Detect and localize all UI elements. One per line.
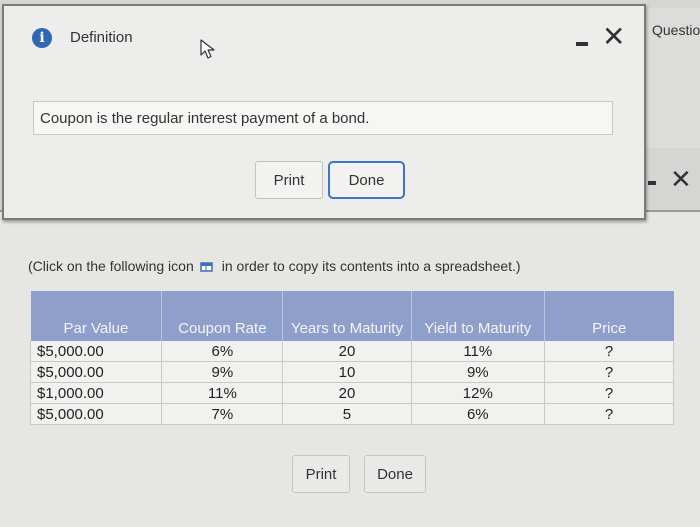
table-row: $1,000.00 11% 20 12% ? xyxy=(29,382,674,404)
background-print-button[interactable]: Print xyxy=(292,455,350,493)
cell-price: ? xyxy=(544,361,674,383)
mouse-cursor-icon xyxy=(200,39,216,64)
definition-dialog: i Definition ✕ Coupon is the regular int… xyxy=(2,4,646,220)
cell-yield-to-maturity: 11% xyxy=(410,341,545,362)
background-done-button[interactable]: Done xyxy=(364,455,426,493)
close-icon[interactable]: ✕ xyxy=(602,23,625,51)
header-years-to-maturity: Years to Maturity xyxy=(282,291,412,341)
cell-years-to-maturity: 10 xyxy=(282,361,412,383)
definition-text: Coupon is the regular interest payment o… xyxy=(33,101,613,135)
header-yield-to-maturity: Yield to Maturity xyxy=(410,291,545,341)
info-icon: i xyxy=(32,28,52,48)
cell-price: ? xyxy=(544,341,674,362)
copy-instruction: (Click on the following icon in order to… xyxy=(28,258,521,274)
header-price: Price xyxy=(544,291,674,341)
cell-coupon-rate: 7% xyxy=(161,403,283,425)
background-minimize-icon[interactable] xyxy=(648,181,656,185)
question-tab-label: Questio xyxy=(652,22,700,38)
background-close-icon[interactable]: ✕ xyxy=(670,166,692,192)
cell-price: ? xyxy=(544,382,674,404)
cell-par-value: $1,000.00 xyxy=(29,382,162,404)
cell-yield-to-maturity: 9% xyxy=(410,361,545,383)
cell-years-to-maturity: 20 xyxy=(282,341,412,362)
cell-years-to-maturity: 5 xyxy=(282,403,412,425)
cell-par-value: $5,000.00 xyxy=(29,341,162,362)
table-row: $5,000.00 7% 5 6% ? xyxy=(29,403,674,425)
table-row: $5,000.00 9% 10 9% ? xyxy=(29,361,674,383)
cell-coupon-rate: 11% xyxy=(161,382,283,404)
instruction-text-end: in order to copy its contents into a spr… xyxy=(221,258,521,274)
cell-coupon-rate: 9% xyxy=(161,361,283,383)
table-row: $5,000.00 6% 20 11% ? xyxy=(29,341,674,362)
minimize-icon[interactable] xyxy=(576,42,588,46)
cell-par-value: $5,000.00 xyxy=(29,403,162,425)
print-button[interactable]: Print xyxy=(255,161,323,199)
cell-yield-to-maturity: 12% xyxy=(410,382,545,404)
header-coupon-rate: Coupon Rate xyxy=(161,291,283,341)
cell-yield-to-maturity: 6% xyxy=(410,403,545,425)
table-header-row: Par Value Coupon Rate Years to Maturity … xyxy=(30,291,674,341)
cell-par-value: $5,000.00 xyxy=(29,361,162,383)
cell-coupon-rate: 6% xyxy=(161,341,283,362)
copy-icon[interactable] xyxy=(200,260,214,272)
dialog-title: Definition xyxy=(70,29,133,46)
header-par-value: Par Value xyxy=(30,291,162,341)
instruction-text-start: (Click on the following icon xyxy=(28,258,194,274)
cell-price: ? xyxy=(544,403,674,425)
done-button[interactable]: Done xyxy=(328,161,405,199)
cell-years-to-maturity: 20 xyxy=(282,382,412,404)
bond-data-table: Par Value Coupon Rate Years to Maturity … xyxy=(29,291,674,425)
